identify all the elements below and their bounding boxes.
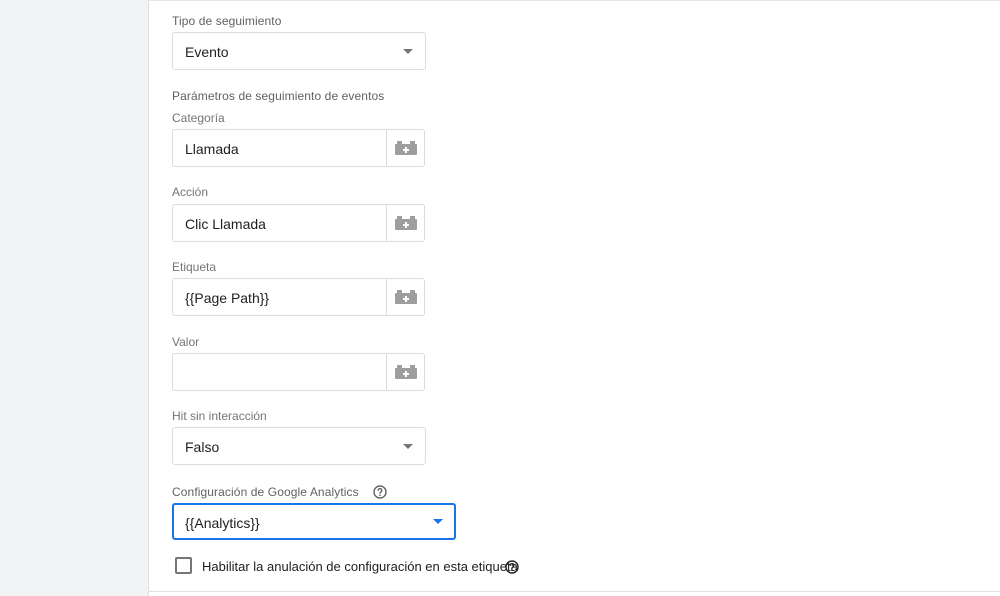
tag-label-field[interactable]: {{Page Path}} (172, 278, 425, 316)
value-label: Valor (172, 335, 200, 349)
non-interaction-value: Falso (185, 439, 220, 455)
caret-down-icon (433, 519, 443, 524)
value-variable-button[interactable] (386, 354, 424, 390)
tag-configuration-panel: Tipo de seguimiento Evento Parámetros de… (148, 0, 1000, 596)
override-checkbox[interactable] (175, 557, 192, 574)
ga-settings-label: Configuración de Google Analytics (172, 485, 359, 499)
tracking-type-select[interactable]: Evento (172, 32, 426, 70)
help-circle-icon[interactable] (373, 485, 387, 499)
category-field[interactable]: Llamada (172, 129, 425, 167)
caret-down-icon (403, 49, 413, 54)
tag-label-label: Etiqueta (172, 260, 217, 274)
section-divider (149, 591, 1000, 592)
value-field[interactable] (172, 353, 425, 391)
tracking-type-value: Evento (185, 44, 229, 60)
ga-settings-select[interactable]: {{Analytics}} (172, 503, 456, 540)
tag-label-variable-button[interactable] (386, 279, 424, 315)
variable-brick-icon (395, 141, 417, 155)
event-params-heading: Parámetros de seguimiento de eventos (172, 89, 385, 103)
tag-label-value: {{Page Path}} (185, 290, 270, 306)
non-interaction-label: Hit sin interacción (172, 409, 267, 423)
category-value: Llamada (185, 141, 239, 157)
override-label: Habilitar la anulación de configuración … (202, 559, 518, 574)
variable-brick-icon (395, 216, 417, 230)
action-variable-button[interactable] (386, 205, 424, 241)
action-field[interactable]: Clic Llamada (172, 204, 425, 242)
category-label: Categoría (172, 111, 225, 125)
help-circle-icon[interactable] (505, 560, 519, 574)
variable-brick-icon (395, 290, 417, 304)
ga-settings-value: {{Analytics}} (185, 515, 260, 531)
action-label: Acción (172, 185, 209, 199)
non-interaction-select[interactable]: Falso (172, 427, 426, 465)
action-value: Clic Llamada (185, 216, 266, 232)
tracking-type-label: Tipo de seguimiento (172, 14, 282, 28)
category-variable-button[interactable] (386, 130, 424, 166)
variable-brick-icon (395, 365, 417, 379)
caret-down-icon (403, 444, 413, 449)
